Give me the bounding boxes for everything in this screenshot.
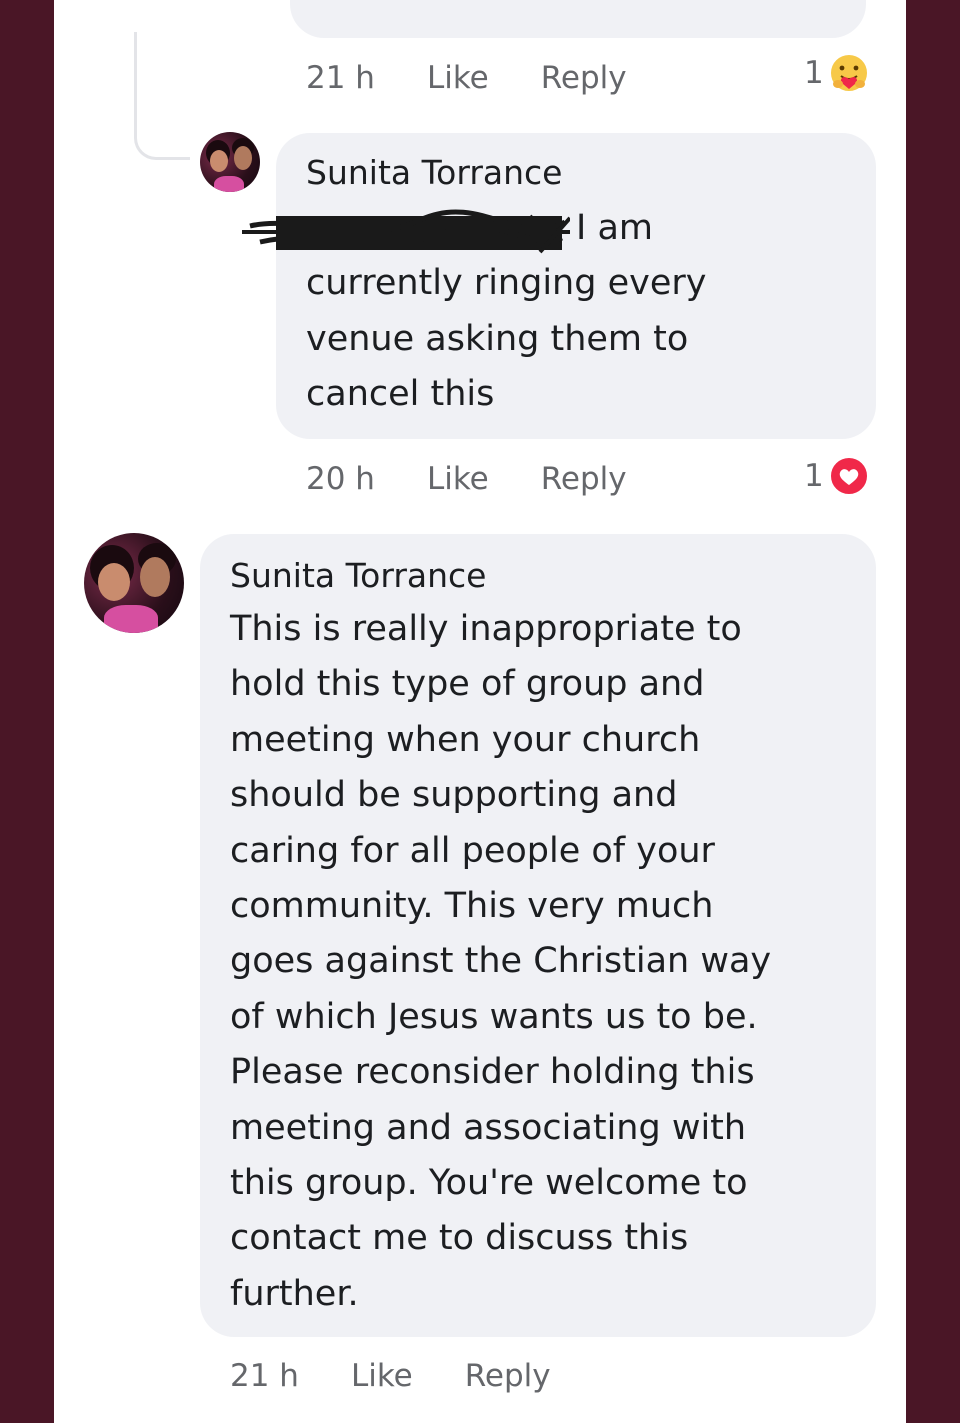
- comment-timestamp: 21 h: [230, 1358, 299, 1394]
- like-button[interactable]: Like: [427, 461, 489, 497]
- previous-comment-bubble: [290, 0, 866, 38]
- reply-thread-line: [134, 32, 190, 160]
- comment-meta-row: 21 h Like Reply: [230, 1354, 551, 1398]
- comment-meta-row: 20 h Like Reply: [306, 457, 627, 501]
- comment-bubble: Sunita Torrance This is really inappropr…: [200, 534, 876, 1337]
- avatar[interactable]: [84, 533, 184, 633]
- like-button[interactable]: Like: [427, 60, 489, 96]
- reaction-summary[interactable]: 1: [804, 455, 870, 497]
- reply-button[interactable]: Reply: [541, 60, 627, 96]
- comment-meta-row: 21 h Like Reply: [306, 56, 627, 100]
- like-button[interactable]: Like: [351, 1358, 413, 1394]
- love-heart-icon: [828, 456, 869, 496]
- reply-button[interactable]: Reply: [465, 1358, 551, 1394]
- reaction-count: 1: [804, 55, 824, 91]
- care-emoji-icon: [828, 53, 869, 93]
- redaction-scribble: [242, 209, 570, 254]
- comment-bubble: Sunita Torrance I am currently ringing e…: [276, 133, 876, 439]
- reply-button[interactable]: Reply: [541, 461, 627, 497]
- avatar[interactable]: [200, 132, 260, 192]
- reaction-summary[interactable]: 1: [804, 52, 870, 94]
- comment-author[interactable]: Sunita Torrance: [306, 149, 846, 197]
- reaction-count: 1: [804, 458, 824, 494]
- comment-timestamp: 21 h: [306, 60, 375, 96]
- comment-timestamp: 20 h: [306, 461, 375, 497]
- comment-author[interactable]: Sunita Torrance: [230, 552, 846, 600]
- comment-text: This is really inappropriate to hold thi…: [230, 609, 772, 1314]
